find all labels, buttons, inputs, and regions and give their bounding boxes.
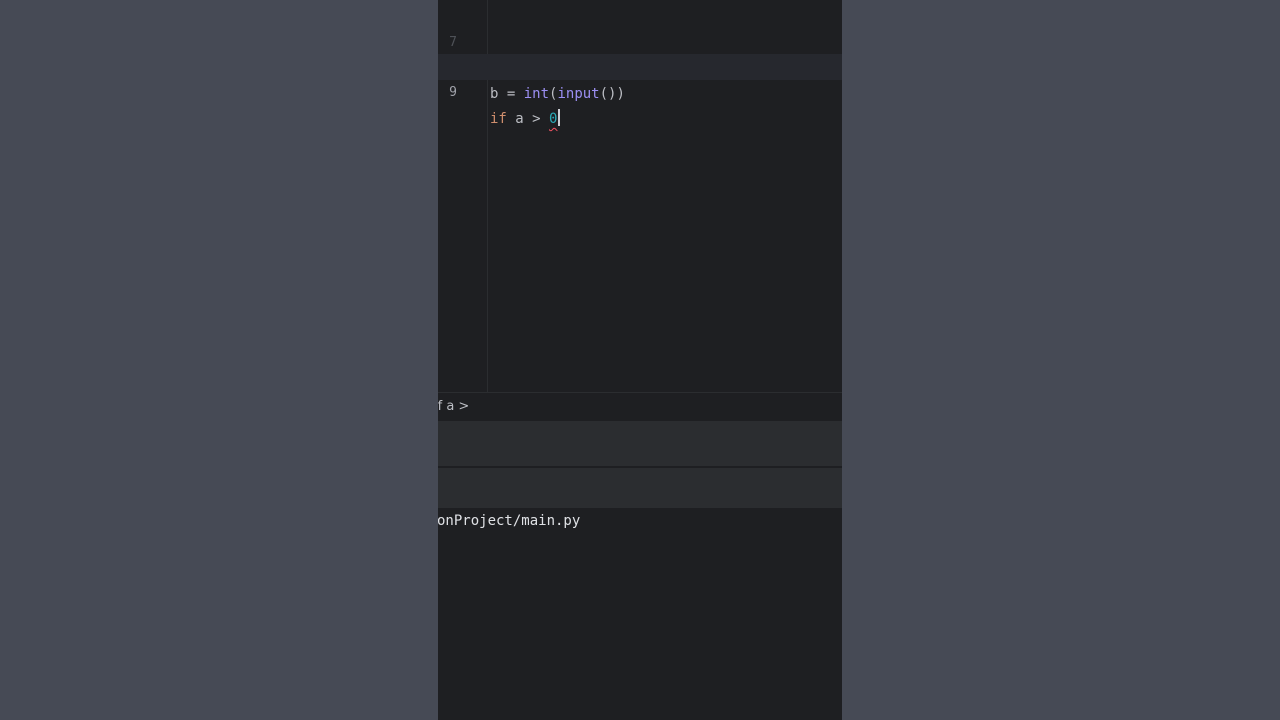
ide-window: 7 a = int(input()) 8 b = int(input()) 9 …: [438, 0, 842, 720]
breadcrumb[interactable]: if a >: [438, 392, 842, 421]
current-code-line[interactable]: 9 if a > 0: [438, 54, 842, 127]
function-name: int: [523, 86, 550, 102]
function-name: input: [557, 86, 600, 102]
expression: a >: [506, 111, 550, 127]
paren: ()): [599, 86, 625, 102]
text-caret: [558, 109, 561, 126]
keyword: if: [490, 111, 507, 127]
script-path: onProject/main.py: [438, 513, 581, 529]
tool-window-header: [438, 421, 842, 466]
code-text[interactable]: if a > 0: [490, 106, 561, 132]
run-console[interactable]: onProject/main.py: [438, 508, 842, 720]
line-number: 9: [449, 85, 457, 100]
right-backdrop: [842, 0, 1280, 720]
code-line[interactable]: 7 a = int(input()): [438, 4, 842, 77]
number-literal: 0: [549, 111, 558, 127]
run-toolbar: [438, 468, 842, 508]
breadcrumb-item[interactable]: if a >: [438, 393, 469, 421]
code-editor[interactable]: 7 a = int(input()) 8 b = int(input()) 9 …: [438, 0, 842, 392]
left-backdrop: [0, 0, 438, 720]
operator: =: [498, 86, 524, 102]
code-line[interactable]: 8 b = int(input()): [438, 29, 842, 102]
code-text[interactable]: b = int(input()): [490, 81, 625, 107]
